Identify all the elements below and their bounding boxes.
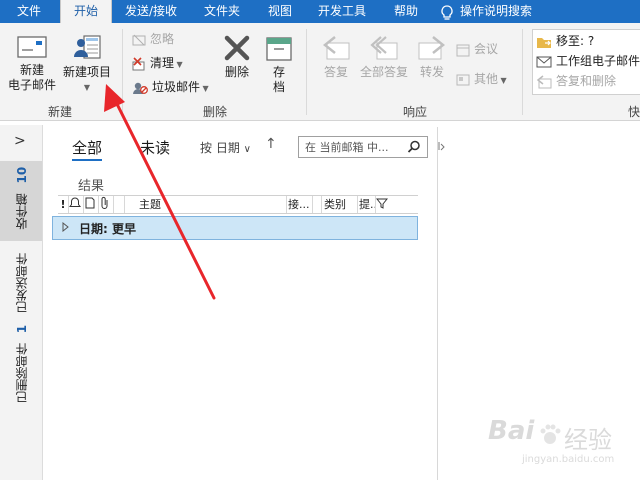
watermark-brand: Bai — [488, 416, 535, 446]
baidu-watermark: Bai 经验 jingyan.baidu.com — [488, 408, 638, 476]
watermark-url: jingyan.baidu.com — [522, 454, 615, 465]
watermark-brand-suffix: 经验 — [564, 426, 612, 454]
paw-icon — [538, 424, 562, 446]
